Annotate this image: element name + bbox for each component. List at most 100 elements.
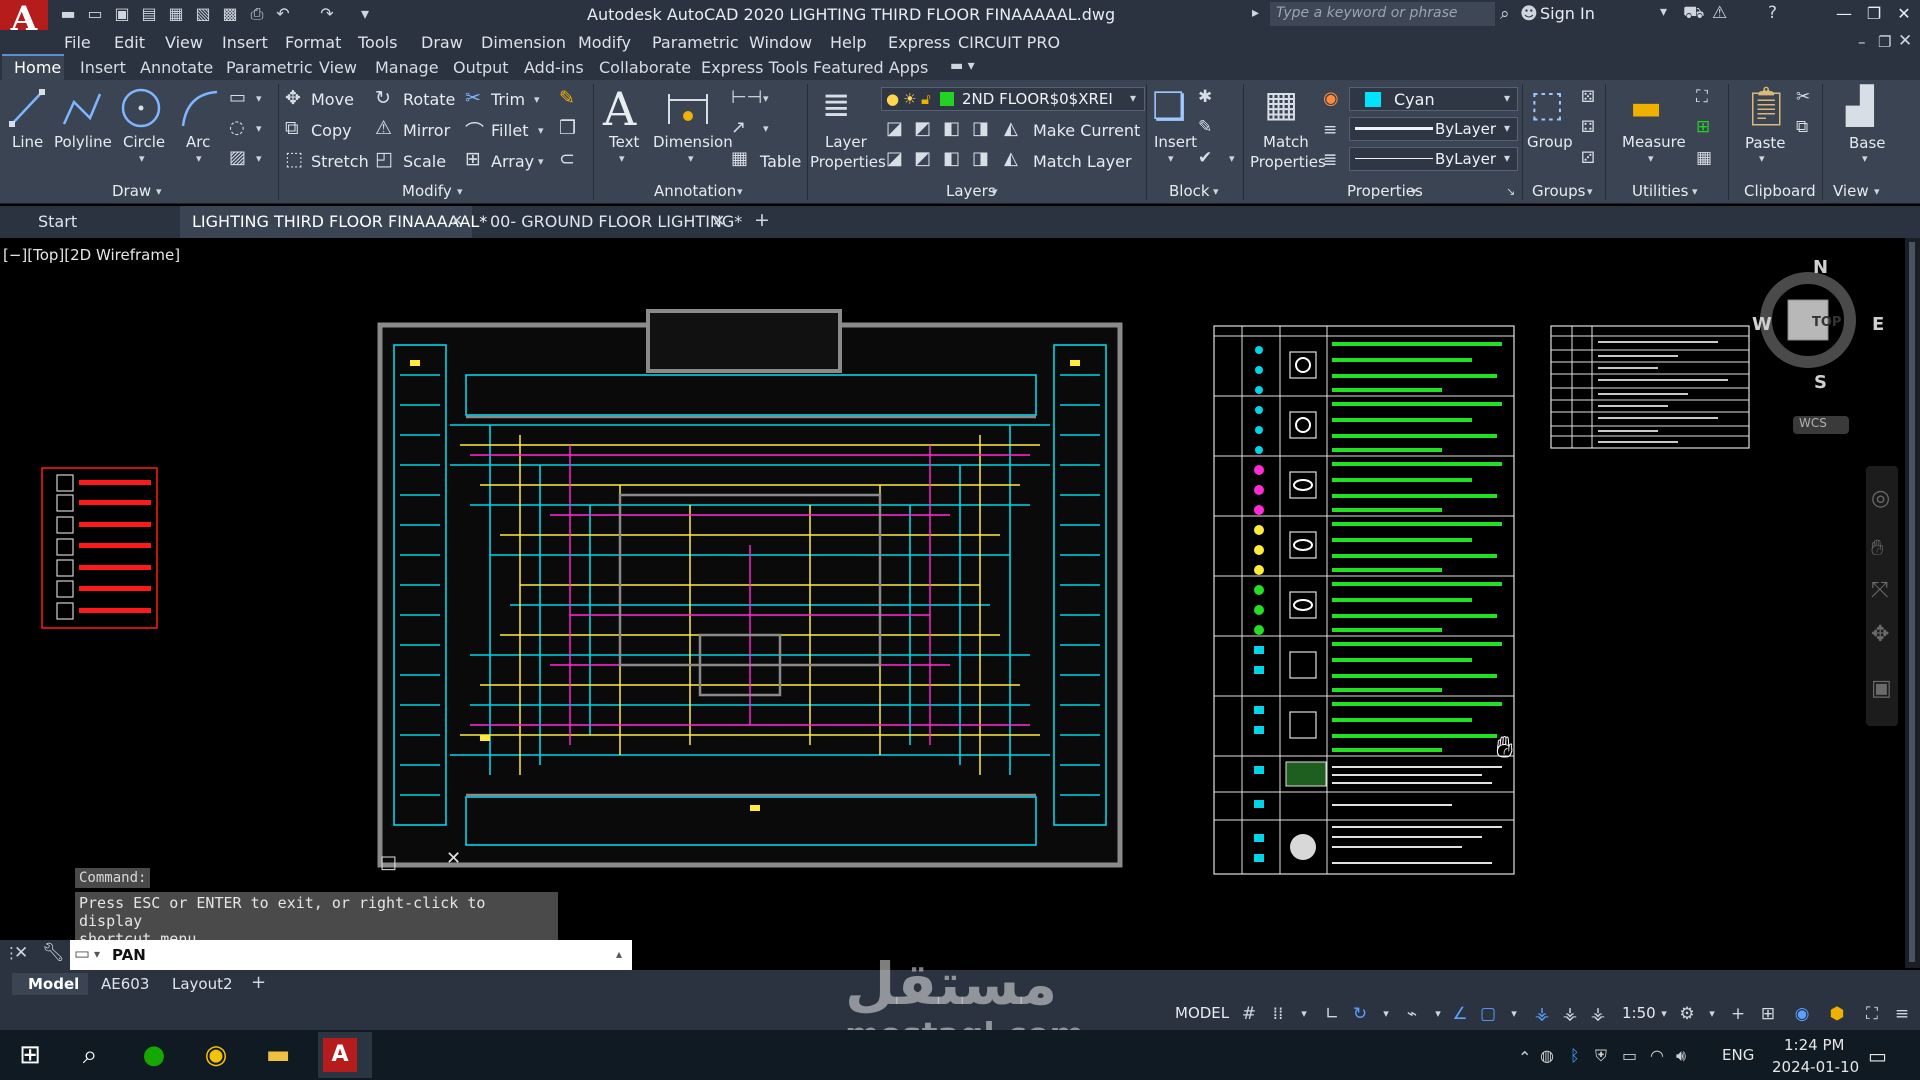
- layer-thaw-icon[interactable]: ◧: [943, 148, 960, 169]
- layer-unlock-icon[interactable]: ◨: [972, 148, 989, 169]
- tab-start[interactable]: Start: [26, 206, 176, 238]
- measure-dropdown-icon[interactable]: ▾: [1648, 152, 1654, 165]
- base-view-icon[interactable]: ▟: [1846, 86, 1874, 127]
- ortho-icon[interactable]: ∟: [1320, 1003, 1344, 1025]
- object-snap-icon[interactable]: ▢: [1476, 1003, 1500, 1025]
- ellipse-dropdown-icon[interactable]: ▾: [256, 122, 262, 135]
- annotation-visibility-icon[interactable]: ⚶: [1530, 1003, 1554, 1025]
- menu-modify[interactable]: Modify: [578, 33, 631, 52]
- scale-dropdown-icon[interactable]: ▾: [1652, 1003, 1676, 1025]
- autocad-taskbar-icon[interactable]: A: [323, 1038, 357, 1072]
- menu-edit[interactable]: Edit: [114, 33, 145, 52]
- insert-block-icon[interactable]: ❏: [1152, 84, 1186, 128]
- close-icon[interactable]: ✕: [1890, 2, 1918, 26]
- close-tab-icon[interactable]: ✕: [450, 211, 463, 230]
- paste-icon[interactable]: 📋︎: [1742, 84, 1790, 129]
- tab-add-ins[interactable]: Add-ins: [524, 58, 584, 77]
- draw-panel-expand-icon[interactable]: ▾: [156, 185, 162, 198]
- menu-express[interactable]: Express: [888, 33, 950, 52]
- menu-help[interactable]: Help: [830, 33, 866, 52]
- fillet-dropdown-icon[interactable]: ▾: [538, 124, 544, 137]
- tab-model[interactable]: Model: [18, 973, 89, 995]
- rectangle-icon[interactable]: ▭: [229, 87, 246, 108]
- trim-dropdown-icon[interactable]: ▾: [534, 93, 540, 106]
- ungroup-icon[interactable]: ⚄: [1581, 87, 1595, 106]
- trim-icon[interactable]: ✂: [465, 87, 481, 109]
- tab-ae603[interactable]: AE603: [91, 973, 159, 995]
- command-prompt-dropdown-icon[interactable]: ▾: [94, 947, 100, 961]
- otrack-dropdown-icon[interactable]: ▾: [1426, 1003, 1450, 1025]
- restore-icon[interactable]: ❐: [1860, 2, 1888, 26]
- rotate-icon[interactable]: ↻: [375, 87, 391, 109]
- qat-dropdown-icon[interactable]: ▾: [354, 3, 376, 25]
- base-button[interactable]: Base: [1849, 134, 1886, 152]
- menu-file[interactable]: File: [64, 33, 91, 52]
- layer-unisolate-icon[interactable]: ◩: [914, 148, 931, 169]
- insert-button[interactable]: Insert: [1154, 133, 1197, 151]
- circle-button[interactable]: Circle: [123, 133, 165, 151]
- layer-walk-icon[interactable]: ◪: [886, 148, 903, 169]
- create-block-icon[interactable]: ✱: [1198, 87, 1212, 107]
- groups-panel-expand-icon[interactable]: ▾: [1587, 185, 1593, 198]
- viewcube-top-face[interactable]: TOP: [1812, 315, 1841, 330]
- tab-insert[interactable]: Insert: [80, 58, 126, 77]
- layer-properties-button-line2[interactable]: Properties: [810, 153, 886, 171]
- compass-east[interactable]: E: [1872, 314, 1884, 335]
- table-button[interactable]: Table: [760, 152, 801, 171]
- annotation-monitor-icon[interactable]: +: [1726, 1003, 1750, 1025]
- polar-dropdown-icon[interactable]: ▾: [1374, 1003, 1398, 1025]
- edit-block-icon[interactable]: ✎: [1198, 117, 1212, 137]
- orbit-icon[interactable]: ✥: [1871, 622, 1889, 647]
- array-dropdown-icon[interactable]: ▾: [538, 155, 544, 168]
- annotation-scale-value[interactable]: 1:50: [1622, 1004, 1656, 1022]
- tab-featured-apps[interactable]: Featured Apps: [813, 58, 928, 77]
- view-panel-expand-icon[interactable]: ▾: [1874, 185, 1880, 198]
- tray-up-icon[interactable]: ⌃: [1518, 1048, 1531, 1067]
- security-icon[interactable]: ⛨: [1595, 1046, 1607, 1066]
- cart-icon[interactable]: ⛟: [1683, 3, 1704, 25]
- customization-menu-icon[interactable]: ≡: [1890, 1003, 1914, 1025]
- dimension-dropdown-icon[interactable]: ▾: [688, 152, 694, 165]
- publish-icon[interactable]: ▦: [165, 3, 187, 25]
- save-icon[interactable]: ▣: [111, 3, 133, 25]
- annotation-panel-expand-icon[interactable]: ▾: [737, 185, 743, 198]
- stretch-button[interactable]: Stretch: [311, 152, 369, 171]
- doc-minimize-icon[interactable]: –: [1858, 33, 1866, 51]
- linear-dim-icon[interactable]: ⊢⊣: [731, 87, 762, 108]
- mirror-button[interactable]: Mirror: [403, 121, 450, 140]
- linear-dim-dropdown-icon[interactable]: ▾: [763, 92, 769, 105]
- notification-icon[interactable]: ▭: [1868, 1044, 1887, 1068]
- arc-dropdown-icon[interactable]: ▾: [196, 152, 202, 165]
- compass-north[interactable]: N: [1813, 257, 1828, 278]
- table-icon[interactable]: ▦: [731, 148, 748, 169]
- leader-dropdown-icon[interactable]: ▾: [763, 122, 769, 135]
- select-all-icon[interactable]: ⊞: [1696, 117, 1710, 137]
- tab-annotate[interactable]: Annotate: [140, 58, 213, 77]
- command-input[interactable]: PAN: [112, 946, 146, 964]
- clipboard-panel-title[interactable]: Clipboard: [1744, 182, 1816, 200]
- redo-icon[interactable]: ↷: [316, 3, 338, 25]
- mirror-icon[interactable]: ⚠: [375, 117, 392, 139]
- properties-panel-expand-icon[interactable]: ▾: [1411, 185, 1417, 198]
- wcs-menu[interactable]: WCS: [1793, 416, 1849, 434]
- layer-on-icon[interactable]: ●: [886, 90, 899, 108]
- lineweight-dropdown-arrow-icon[interactable]: ▾: [1504, 121, 1510, 135]
- offset-icon[interactable]: ⊂: [559, 148, 575, 170]
- match-properties-button-line2[interactable]: Properties: [1250, 153, 1326, 171]
- isolate-objects-icon[interactable]: ◉: [1790, 1003, 1814, 1025]
- layer-dropdown-arrow-icon[interactable]: ▾: [1130, 91, 1136, 105]
- explode-icon[interactable]: ❒: [559, 117, 576, 139]
- hardware-acceleration-icon[interactable]: ⬢: [1825, 1003, 1849, 1025]
- tab-express-tools[interactable]: Express Tools: [701, 58, 808, 77]
- hatch-dropdown-icon[interactable]: ▾: [256, 152, 262, 165]
- ellipse-icon[interactable]: ◌: [229, 117, 245, 138]
- groups-panel-title[interactable]: Groups: [1532, 182, 1585, 200]
- circle-dropdown-icon[interactable]: ▾: [139, 152, 145, 165]
- copy-button[interactable]: Copy: [311, 121, 352, 140]
- text-dropdown-icon[interactable]: ▾: [619, 152, 625, 165]
- dimension-icon[interactable]: [665, 88, 711, 128]
- input-language[interactable]: ENG: [1722, 1046, 1754, 1064]
- showmotion-icon[interactable]: ▣: [1871, 676, 1892, 701]
- match-layer-icon[interactable]: ◭: [1004, 148, 1018, 169]
- tab-parametric[interactable]: Parametric: [226, 58, 313, 77]
